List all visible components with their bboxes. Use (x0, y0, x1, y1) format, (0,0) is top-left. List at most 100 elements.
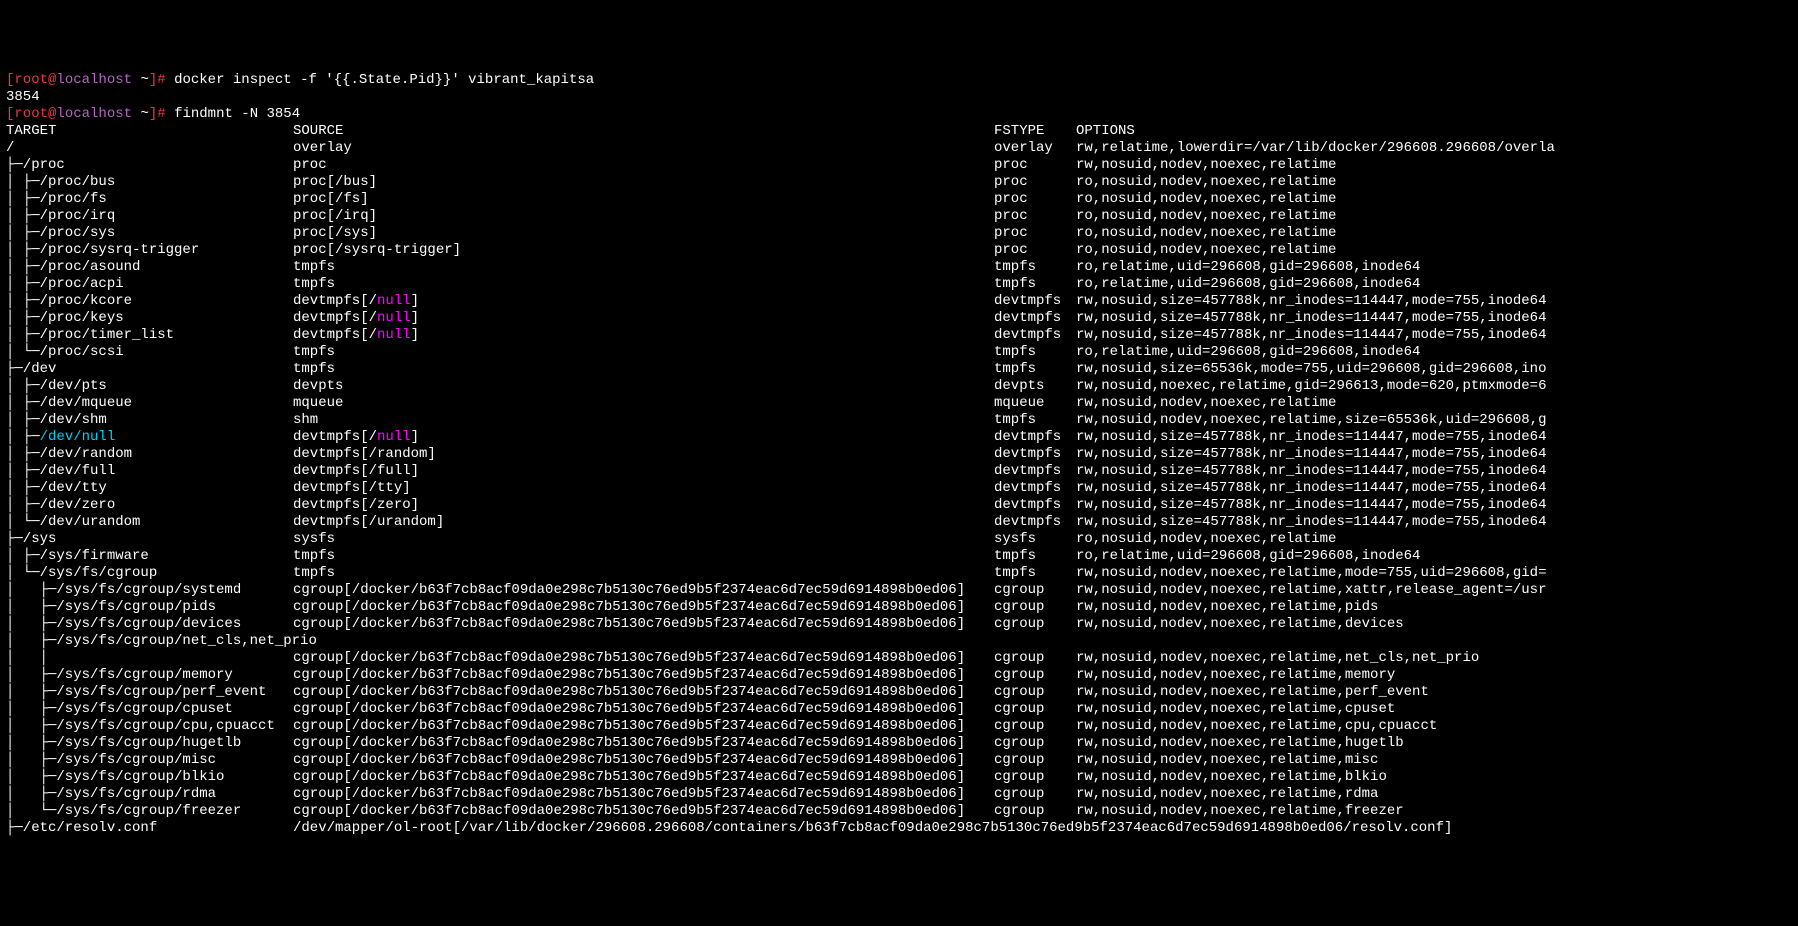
mount-options: rw,nosuid,nodev,noexec,relatime,mode=755… (1076, 565, 1792, 582)
mount-source: cgroup[/docker/b63f7cb8acf09da0e298c7b51… (293, 803, 994, 820)
mount-row: │ ├─/dev/ptsdevptsdevptsrw,nosuid,noexec… (6, 378, 1792, 395)
mount-source: cgroup[/docker/b63f7cb8acf09da0e298c7b51… (293, 752, 994, 769)
mount-target: │ ├─/sys/fs/cgroup/systemd (6, 582, 293, 599)
mount-fstype: cgroup (994, 735, 1076, 752)
mount-options: ro,relatime,uid=296608,gid=296608,inode6… (1076, 259, 1792, 276)
mount-target: ├─/dev (6, 361, 293, 378)
mount-row: │ ├─/dev/zerodevtmpfs[/zero]devtmpfsrw,n… (6, 497, 1792, 514)
mount-row: │ ├─/sys/fs/cgroup/devicescgroup[/docker… (6, 616, 1792, 633)
findmnt-header: TARGETSOURCEFSTYPEOPTIONS (6, 123, 1792, 140)
mount-fstype: proc (994, 208, 1076, 225)
mount-target: │ ├─/proc/acpi (6, 276, 293, 293)
mount-fstype: proc (994, 242, 1076, 259)
mount-target: ├─/sys (6, 531, 293, 548)
mount-fstype: cgroup (994, 701, 1076, 718)
mount-fstype: cgroup (994, 786, 1076, 803)
mount-options: ro,nosuid,nodev,noexec,relatime (1076, 191, 1792, 208)
mount-source: cgroup[/docker/b63f7cb8acf09da0e298c7b51… (293, 599, 994, 616)
mount-options: rw,nosuid,nodev,noexec,relatime,xattr,re… (1076, 582, 1792, 599)
mount-source: proc[/sysrq-trigger] (293, 242, 994, 259)
mount-fstype (994, 820, 1076, 837)
mount-source: devtmpfs[/null] (293, 429, 994, 446)
mount-target: │ ├─/sys/fs/cgroup/blkio (6, 769, 293, 786)
mount-options: ro,nosuid,nodev,noexec,relatime (1076, 531, 1792, 548)
mount-row: │ ├─/proc/keysdevtmpfs[/null]devtmpfsrw,… (6, 310, 1792, 327)
mount-options: rw,nosuid,size=457788k,nr_inodes=114447,… (1076, 480, 1792, 497)
mount-fstype: tmpfs (994, 259, 1076, 276)
mount-fstype: cgroup (994, 599, 1076, 616)
mount-target: │ ├─/proc/asound (6, 259, 293, 276)
mount-row: ├─/etc/resolv.conf/dev/mapper/ol-root[/v… (6, 820, 1792, 837)
mount-options: rw,nosuid,nodev,noexec,relatime (1076, 395, 1792, 412)
mount-fstype: cgroup (994, 616, 1076, 633)
mount-fstype: cgroup (994, 582, 1076, 599)
mount-options: ro,nosuid,nodev,noexec,relatime (1076, 208, 1792, 225)
mount-row: │ ├─/sys/fs/cgroup/blkiocgroup[/docker/b… (6, 769, 1792, 786)
mount-target: │ ├─/proc/fs (6, 191, 293, 208)
mount-target: │ │ (6, 650, 293, 667)
mount-options: rw,nosuid,size=457788k,nr_inodes=114447,… (1076, 310, 1792, 327)
mount-target: │ ├─/dev/full (6, 463, 293, 480)
command-2: findmnt -N 3854 (174, 106, 300, 122)
mount-target: ├─/etc/resolv.conf (6, 820, 293, 837)
mount-options: rw,nosuid,nodev,noexec,relatime,misc (1076, 752, 1792, 769)
prompt-bracket-close: ] (149, 72, 157, 88)
mount-fstype: devtmpfs (994, 514, 1076, 531)
mount-row: │ ├─/sys/fs/cgroup/memorycgroup[/docker/… (6, 667, 1792, 684)
mount-source: tmpfs (293, 548, 994, 565)
mount-target: │ ├─/dev/null (6, 429, 293, 446)
mount-source: overlay (293, 140, 994, 157)
mount-source: proc[/sys] (293, 225, 994, 242)
mount-row: │ └─/dev/urandomdevtmpfs[/urandom]devtmp… (6, 514, 1792, 531)
prompt-line-1: [root@localhost ~]# docker inspect -f '{… (6, 72, 1792, 89)
mount-source: /dev/mapper/ol-root[/var/lib/docker/2966… (293, 820, 994, 837)
mount-options: rw,nosuid,nodev,noexec,relatime,net_cls,… (1076, 650, 1792, 667)
mount-target: │ ├─/dev/mqueue (6, 395, 293, 412)
mount-fstype: mqueue (994, 395, 1076, 412)
mount-source (293, 633, 994, 650)
mount-fstype: proc (994, 157, 1076, 174)
header-options: OPTIONS (1076, 123, 1792, 140)
mount-options: rw,nosuid,noexec,relatime,gid=296613,mod… (1076, 378, 1792, 395)
mount-row: │ ├─/dev/shmshmtmpfsrw,nosuid,nodev,noex… (6, 412, 1792, 429)
mount-options: rw,nosuid,nodev,noexec,relatime,memory (1076, 667, 1792, 684)
mount-options: rw,nosuid,nodev,noexec,relatime,rdma (1076, 786, 1792, 803)
mount-row: │ ├─/sys/firmwaretmpfstmpfsro,relatime,u… (6, 548, 1792, 565)
mount-source: cgroup[/docker/b63f7cb8acf09da0e298c7b51… (293, 718, 994, 735)
mount-fstype: devtmpfs (994, 310, 1076, 327)
mount-source: shm (293, 412, 994, 429)
mount-source: devtmpfs[/null] (293, 293, 994, 310)
mount-target: │ ├─/dev/pts (6, 378, 293, 395)
mount-target: │ ├─/proc/sysrq-trigger (6, 242, 293, 259)
pid-output: 3854 (6, 89, 1792, 106)
mount-fstype: devtmpfs (994, 446, 1076, 463)
mount-fstype: cgroup (994, 718, 1076, 735)
mount-options: rw,nosuid,size=457788k,nr_inodes=114447,… (1076, 293, 1792, 310)
mount-fstype: tmpfs (994, 412, 1076, 429)
mount-row: │ ├─/proc/timer_listdevtmpfs[/null]devtm… (6, 327, 1792, 344)
mount-source: sysfs (293, 531, 994, 548)
mount-row: │ ├─/proc/sysproc[/sys]procro,nosuid,nod… (6, 225, 1792, 242)
mount-row: │ ├─/dev/mqueuemqueuemqueuerw,nosuid,nod… (6, 395, 1792, 412)
mount-options: rw,relatime,lowerdir=/var/lib/docker/296… (1076, 140, 1792, 157)
mount-target: │ ├─/sys/fs/cgroup/perf_event (6, 684, 293, 701)
mount-row: ├─/procprocprocrw,nosuid,nodev,noexec,re… (6, 157, 1792, 174)
mount-row: │ ├─/sys/fs/cgroup/cpu,cpuacctcgroup[/do… (6, 718, 1792, 735)
terminal[interactable]: [root@localhost ~]# docker inspect -f '{… (6, 72, 1792, 837)
mount-row: │ ├─/dev/ttydevtmpfs[/tty]devtmpfsrw,nos… (6, 480, 1792, 497)
header-fstype: FSTYPE (994, 123, 1076, 140)
mount-source: cgroup[/docker/b63f7cb8acf09da0e298c7b51… (293, 786, 994, 803)
mount-target: │ ├─/sys/fs/cgroup/cpuset (6, 701, 293, 718)
mount-options: ro,relatime,uid=296608,gid=296608,inode6… (1076, 276, 1792, 293)
mount-options: ro,nosuid,nodev,noexec,relatime (1076, 242, 1792, 259)
mount-source: cgroup[/docker/b63f7cb8acf09da0e298c7b51… (293, 667, 994, 684)
mount-options: ro,relatime,uid=296608,gid=296608,inode6… (1076, 548, 1792, 565)
mount-target: │ ├─/dev/random (6, 446, 293, 463)
mount-source: devtmpfs[/null] (293, 327, 994, 344)
mount-fstype: devtmpfs (994, 327, 1076, 344)
mount-fstype: proc (994, 174, 1076, 191)
mount-row: ├─/syssysfssysfsro,nosuid,nodev,noexec,r… (6, 531, 1792, 548)
mount-row: │ ├─/sys/fs/cgroup/misccgroup[/docker/b6… (6, 752, 1792, 769)
mount-source: tmpfs (293, 259, 994, 276)
mount-row: │ │cgroup[/docker/b63f7cb8acf09da0e298c7… (6, 650, 1792, 667)
